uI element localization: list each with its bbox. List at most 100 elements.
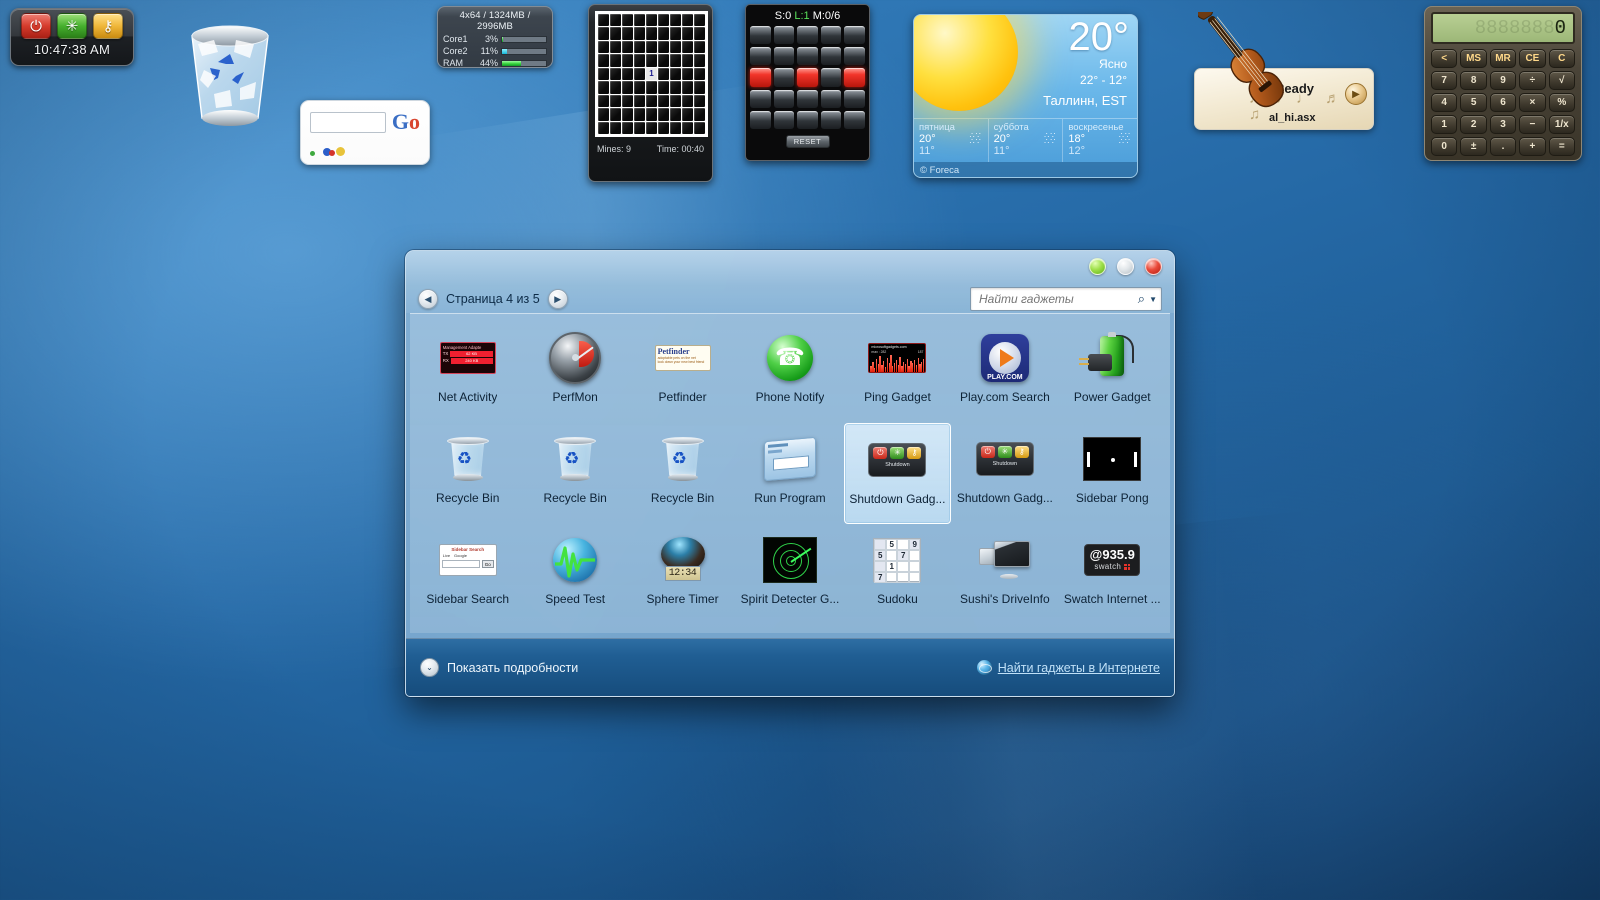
minesweeper-cell[interactable] [622, 67, 633, 81]
gadget-item[interactable]: Sidebar Pong [1059, 423, 1166, 524]
lights-out-cell-off[interactable] [797, 89, 818, 108]
calculator-key[interactable]: 5 [1460, 93, 1487, 112]
search-box[interactable]: ⌕ ▼ [970, 287, 1162, 311]
next-page-button[interactable]: ▶ [547, 289, 568, 309]
google-search-input[interactable] [310, 111, 386, 133]
minesweeper-cell[interactable] [634, 67, 645, 81]
gadget-item[interactable]: PerfMon [521, 322, 628, 423]
chevron-down-icon[interactable]: ▼ [1149, 295, 1157, 304]
minesweeper-cell[interactable] [634, 121, 645, 134]
minesweeper-cell[interactable] [670, 27, 681, 40]
minesweeper-cell[interactable] [682, 94, 693, 108]
minesweeper-gadget[interactable]: 1 Mines: 9 Time: 00:40 [588, 4, 713, 182]
minesweeper-cell[interactable] [634, 108, 645, 121]
minesweeper-cell[interactable] [682, 54, 693, 67]
calculator-key[interactable]: < [1431, 49, 1458, 68]
gadget-item[interactable]: ☎ Phone Notify [736, 322, 843, 423]
minesweeper-cell[interactable] [682, 121, 693, 134]
shutdown-gadget[interactable]: ⏻ ✳ ⚷ 10:47:38 AM [10, 8, 134, 66]
calculator-key[interactable]: − [1519, 115, 1546, 134]
minesweeper-cell[interactable] [598, 14, 609, 27]
gadget-item[interactable]: ⏻ ✳ ⚷ Shutdown Shutdown Gadg... [843, 423, 952, 524]
minesweeper-cell[interactable] [598, 121, 609, 134]
gadget-item[interactable]: Management Adapte TX 62 KB RX 240 KB Net A… [414, 322, 521, 423]
calculator-key[interactable]: 2 [1460, 115, 1487, 134]
minesweeper-cell[interactable] [658, 81, 669, 94]
calculator-keypad[interactable]: < MS MR CE C 7 8 9 ÷ √ 4 5 6 ×% 1 2 3−1/x 0 ±. + = [1431, 49, 1575, 156]
lock-key-icon[interactable]: ⚷ [93, 13, 123, 39]
lights-out-cell-off[interactable] [844, 89, 865, 108]
minesweeper-cell[interactable] [622, 27, 633, 40]
minesweeper-cell[interactable] [658, 54, 669, 67]
minesweeper-board[interactable]: 1 [595, 11, 708, 137]
minesweeper-cell[interactable] [598, 94, 609, 108]
minesweeper-cell[interactable] [646, 121, 657, 134]
power-icon[interactable]: ⏻ [21, 13, 51, 39]
play-icon[interactable]: ▶ [1345, 83, 1367, 105]
minesweeper-cell[interactable] [622, 40, 633, 54]
calculator-key[interactable]: . [1489, 137, 1517, 156]
minesweeper-cell[interactable] [598, 27, 609, 40]
minesweeper-cell[interactable] [694, 27, 705, 40]
gadget-item[interactable]: Petfinder adoptable pets on the net look … [629, 322, 736, 423]
lights-out-cell-on[interactable] [844, 68, 865, 87]
minesweeper-cell[interactable] [694, 108, 705, 121]
minesweeper-cell[interactable] [598, 40, 609, 54]
calculator-key[interactable]: MR [1489, 49, 1517, 68]
gadget-item[interactable]: PLAY.COM Play.com Search [951, 322, 1058, 423]
lights-out-cell-off[interactable] [750, 89, 771, 108]
lights-out-cell-off[interactable] [797, 47, 818, 66]
minesweeper-cell[interactable] [610, 121, 621, 134]
minesweeper-cell[interactable] [694, 94, 705, 108]
minesweeper-cell[interactable] [670, 54, 681, 67]
minesweeper-cell[interactable] [646, 54, 657, 67]
minesweeper-cell[interactable] [658, 108, 669, 121]
lights-out-cell-off[interactable] [750, 110, 771, 129]
minesweeper-cell[interactable] [694, 14, 705, 27]
minesweeper-cell[interactable] [658, 27, 669, 40]
gadget-item[interactable]: Run Program [736, 423, 843, 524]
lights-out-cell-off[interactable] [844, 26, 865, 45]
minesweeper-cell[interactable] [610, 27, 621, 40]
gadget-item[interactable]: ♻ Recycle Bin [414, 423, 521, 524]
minesweeper-cell[interactable] [694, 81, 705, 94]
restore-button[interactable] [1117, 258, 1134, 275]
minesweeper-cell[interactable] [670, 40, 681, 54]
minesweeper-cell[interactable] [682, 81, 693, 94]
calculator-key[interactable]: 4 [1431, 93, 1458, 112]
lights-out-cell-off[interactable] [773, 68, 795, 87]
minesweeper-cell[interactable] [682, 14, 693, 27]
lights-out-cell-off[interactable] [773, 26, 795, 45]
lights-out-cell-on[interactable] [797, 68, 818, 87]
minesweeper-cell[interactable] [634, 40, 645, 54]
lights-out-cell-off[interactable] [844, 110, 865, 129]
minesweeper-cell[interactable] [646, 14, 657, 27]
lights-out-cell-off[interactable] [820, 110, 842, 129]
calculator-key[interactable]: % [1548, 93, 1575, 112]
minesweeper-grid[interactable]: 1 [598, 14, 705, 134]
previous-page-button[interactable]: ◀ [418, 289, 438, 309]
cpu-ram-monitor-gadget[interactable]: 4x64 / 1324MB / 2996MB Core1 3% Core2 11… [437, 6, 553, 68]
minesweeper-cell[interactable] [610, 67, 621, 81]
minesweeper-cell[interactable] [694, 40, 705, 54]
minesweeper-cell[interactable] [646, 81, 657, 94]
minesweeper-cell[interactable] [610, 81, 621, 94]
gadget-item[interactable]: Spirit Detecter G... [736, 524, 843, 625]
minesweeper-cell[interactable] [670, 94, 681, 108]
gadget-item[interactable]: @935.9 swatch Swatch Internet ... [1059, 524, 1166, 625]
minesweeper-cell[interactable] [670, 121, 681, 134]
calculator-key[interactable]: 3 [1489, 115, 1517, 134]
gallery-titlebar[interactable]: ◀ Страница 4 из 5 ▶ ⌕ ▼ [406, 251, 1174, 313]
minesweeper-cell[interactable] [634, 27, 645, 40]
calculator-key[interactable]: + [1519, 137, 1546, 156]
minesweeper-cell[interactable] [622, 81, 633, 94]
minimize-button[interactable] [1089, 258, 1106, 275]
lights-out-cell-off[interactable] [773, 89, 795, 108]
minesweeper-cell[interactable] [670, 108, 681, 121]
minesweeper-cell[interactable] [682, 108, 693, 121]
weather-gadget[interactable]: 20° Ясно 22° - 12° Таллинн, EST пятница … [913, 14, 1138, 178]
lights-out-cell-off[interactable] [820, 89, 842, 108]
media-player-gadget[interactable]: ♪ ♫ ♩ ♬ ♪ ♫ Ready al_hi.asx ▶ [1194, 12, 1374, 130]
minesweeper-cell[interactable] [598, 108, 609, 121]
minesweeper-cell[interactable] [622, 108, 633, 121]
